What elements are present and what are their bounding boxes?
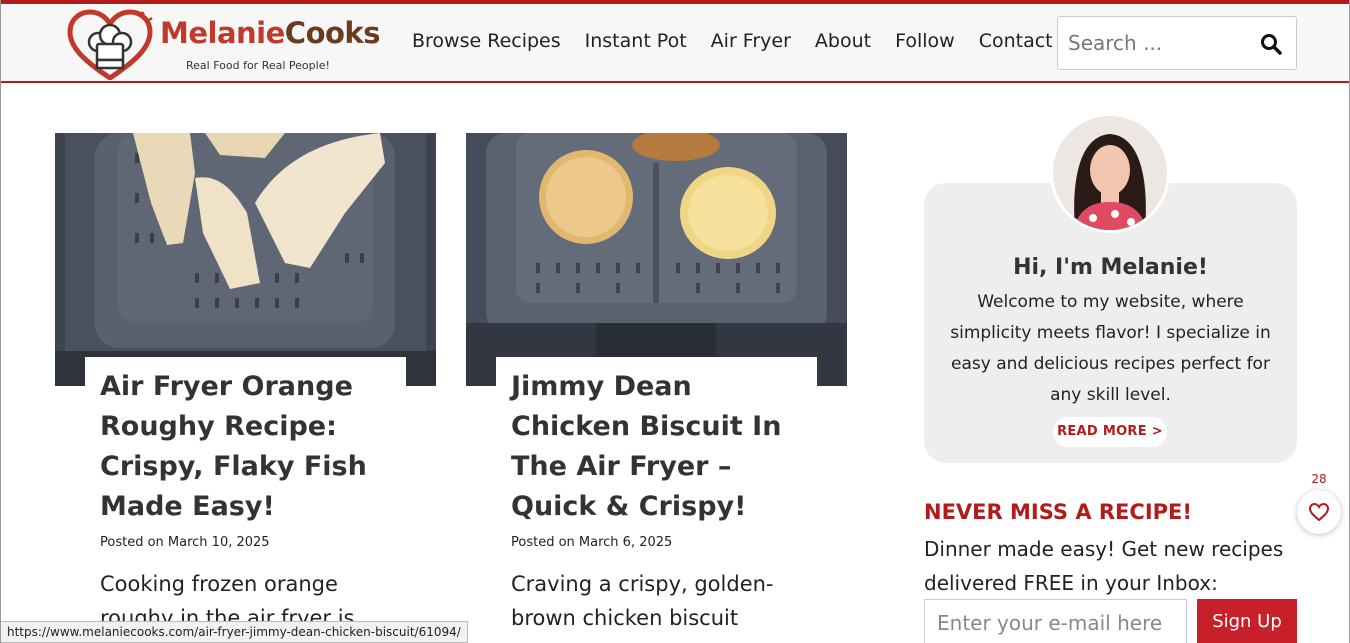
nav-instant-pot[interactable]: Instant Pot	[585, 30, 687, 60]
post-date: Posted on March 10, 2025	[100, 535, 270, 550]
author-photo	[1053, 116, 1167, 230]
nav-about[interactable]: About	[815, 30, 871, 60]
author-avatar	[1050, 113, 1170, 233]
air-fryer-biscuit-image	[466, 133, 847, 386]
post-card-panel: Jimmy Dean Chicken Biscuit In The Air Fr…	[496, 357, 817, 643]
favorite-button[interactable]	[1297, 490, 1341, 534]
post-title[interactable]: Air Fryer Orange Roughy Recipe: Crispy, …	[100, 367, 406, 527]
logo-brand-part2: Cooks	[284, 16, 381, 50]
nav-contact[interactable]: Contact	[979, 30, 1053, 60]
about-heading: Hi, I'm Melanie!	[1013, 255, 1208, 280]
email-field[interactable]	[924, 599, 1187, 643]
post-image-biscuit[interactable]	[466, 133, 847, 386]
air-fryer-fish-image	[55, 133, 436, 386]
heart-icon	[1308, 502, 1330, 522]
newsletter-text: Dinner made easy! Get new recipes delive…	[924, 537, 1284, 595]
post-card-panel: Air Fryer Orange Roughy Recipe: Crispy, …	[85, 357, 406, 643]
nav-browse-recipes[interactable]: Browse Recipes	[412, 30, 561, 60]
search-box	[1057, 16, 1297, 70]
newsletter-title: NEVER MISS A RECIPE!	[924, 500, 1192, 524]
search-input[interactable]	[1068, 29, 1253, 57]
post-title[interactable]: Jimmy Dean Chicken Biscuit In The Air Fr…	[511, 367, 817, 527]
logo-tagline: Real Food for Real People!	[186, 59, 330, 72]
post-image-fish[interactable]	[55, 133, 436, 386]
favorite-count: 28	[1311, 472, 1327, 486]
sign-up-button[interactable]: Sign Up	[1197, 599, 1297, 643]
main-nav: Browse Recipes Instant Pot Air Fryer Abo…	[412, 30, 1077, 60]
post-excerpt: Craving a crispy, golden-brown chicken b…	[511, 572, 774, 630]
browser-status-url: https://www.melaniecooks.com/air-fryer-j…	[0, 621, 468, 643]
read-more-button[interactable]: READ MORE >	[1053, 417, 1167, 447]
logo-brand-part1: Melanie	[160, 16, 285, 50]
site-logo[interactable]: MelanieCooks Real Food for Real People!	[66, 8, 380, 80]
nav-follow[interactable]: Follow	[895, 30, 955, 60]
about-text: Welcome to my website, where simplicity …	[950, 292, 1271, 405]
site-header: MelanieCooks Real Food for Real People! …	[0, 4, 1350, 83]
chef-heart-logo-icon	[67, 9, 153, 80]
post-date: Posted on March 6, 2025	[511, 535, 673, 550]
search-icon[interactable]	[1260, 33, 1282, 55]
nav-air-fryer[interactable]: Air Fryer	[711, 30, 791, 60]
logo-wordmark: MelanieCooks	[160, 16, 380, 50]
